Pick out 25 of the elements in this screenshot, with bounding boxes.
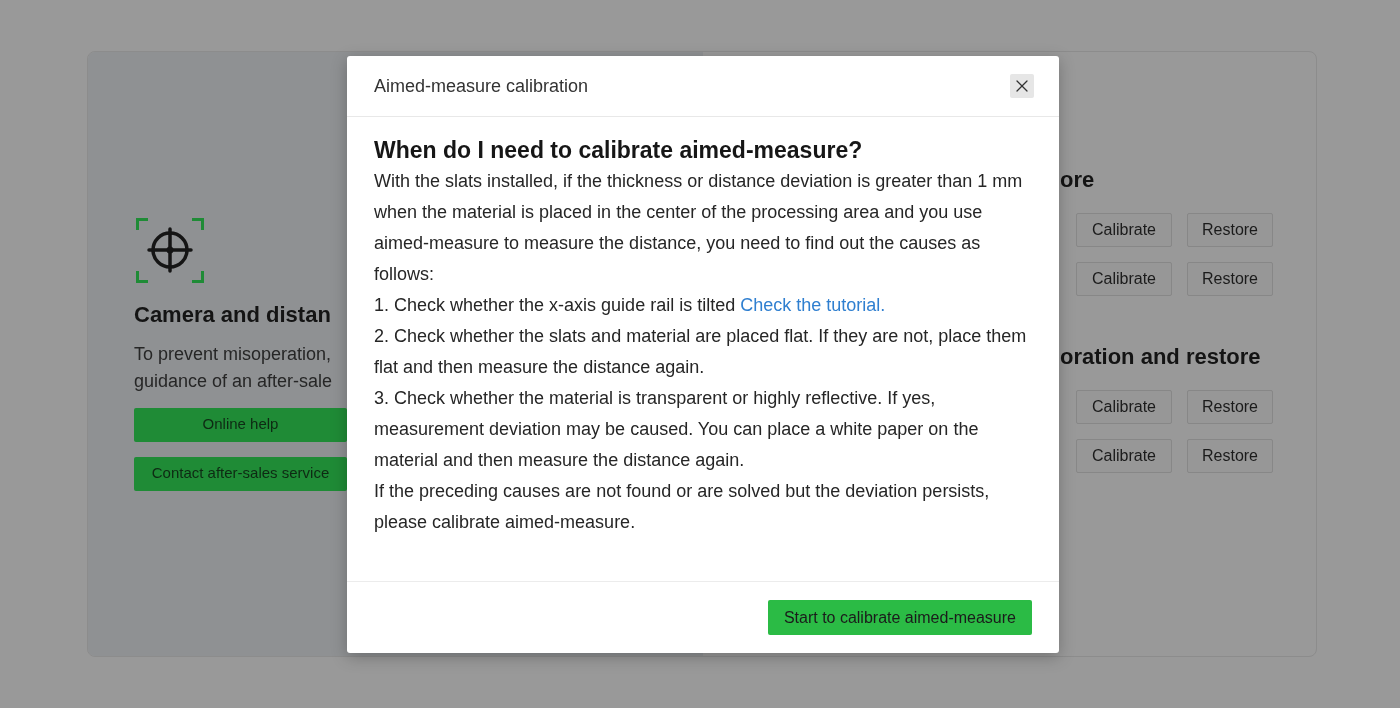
online-help-button[interactable]: Online help [134, 407, 347, 442]
body-text: 3. Check whether the material is transparent or highly reflective. If yes, measurement deviation may be caused. You can place a white paper on the material and then measure the distance again. [374, 387, 980, 472]
crosshair-icon [136, 217, 204, 283]
calibrate-button[interactable]: Calibrate [1076, 213, 1172, 247]
section-title: Camera and distan [134, 300, 331, 329]
restore-button[interactable]: Restore [1187, 213, 1273, 247]
body-text: 2. Check whether the slats and material are placed flat. If they are not, place them flat and then measure the distance again. [374, 325, 1028, 379]
restore-button[interactable]: Restore [1187, 439, 1273, 473]
instruction-step: 1. Check whether the x-axis guide rail is tilted Check the tutorial. [374, 290, 1035, 321]
start-calibration-button[interactable]: Start to calibrate aimed-measure [767, 600, 1032, 635]
restore-button[interactable]: Restore [1187, 262, 1273, 296]
body-text: If the preceding causes are not found or are solved but the deviation persists, please calibrate aimed-measure. [374, 480, 991, 534]
calibrate-button[interactable]: Calibrate [1076, 390, 1172, 424]
body-text: With the slats installed, if the thickness or distance deviation is greater than 1 mm when the material is placed in the center of the processing area and you use aimed-measure to measure the distance, you need to find out the causes as follows: [374, 170, 1024, 286]
restore-button[interactable]: Restore [1187, 390, 1273, 424]
description-text: To prevent misoperation, guidance of an after-sale [134, 342, 333, 393]
calibrate-button[interactable]: Calibrate [1076, 439, 1172, 473]
dialog-title: Aimed-measure calibration [374, 74, 589, 98]
tutorial-link[interactable]: Check the tutorial. [740, 295, 886, 315]
section-title: ore [1060, 166, 1095, 194]
dialog-heading: When do I need to calibrate aimed-measure? [374, 136, 864, 165]
contact-button[interactable]: Contact after-sales service [134, 456, 347, 491]
calibrate-button[interactable]: Calibrate [1076, 262, 1172, 296]
close-button[interactable] [1010, 74, 1034, 98]
section-title: oration and restore [1060, 343, 1261, 371]
